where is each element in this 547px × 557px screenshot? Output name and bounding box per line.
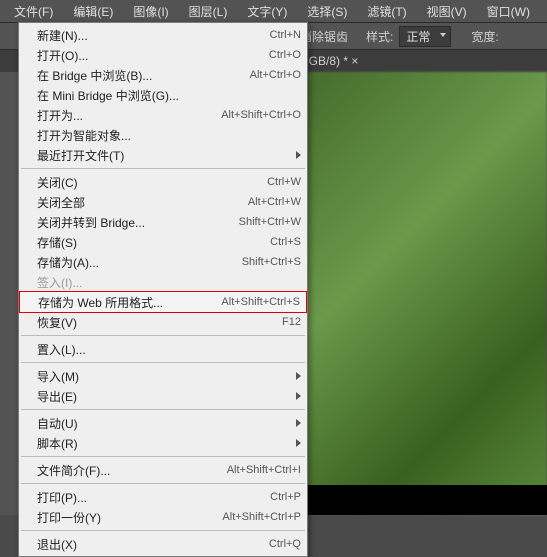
menu-item[interactable]: 关闭并转到 Bridge...Shift+Ctrl+W — [19, 212, 307, 232]
menu-item-label: 签入(I)... — [37, 274, 301, 291]
menu-item[interactable]: 打开(O)...Ctrl+O — [19, 45, 307, 65]
menu-item-label: 关闭全部 — [37, 194, 248, 211]
menu-item[interactable]: 置入(L)... — [19, 339, 307, 359]
menu-item[interactable]: 打开为智能对象... — [19, 125, 307, 145]
menu-item-label: 关闭(C) — [37, 174, 267, 191]
menubar-layer[interactable]: 图层(L) — [179, 0, 238, 23]
menubar-file[interactable]: 文件(F) — [4, 0, 63, 23]
menu-item[interactable]: 打印(P)...Ctrl+P — [19, 487, 307, 507]
menu-item[interactable]: 存储为 Web 所用格式...Alt+Shift+Ctrl+S — [19, 291, 307, 313]
menu-item-label: 关闭并转到 Bridge... — [37, 214, 239, 231]
menu-item-label: 自动(U) — [37, 415, 301, 432]
menu-item-label: 存储为 Web 所用格式... — [38, 294, 221, 311]
menu-item-label: 在 Mini Bridge 中浏览(G)... — [37, 87, 301, 104]
file-menu: 新建(N)...Ctrl+N打开(O)...Ctrl+O在 Bridge 中浏览… — [18, 22, 308, 557]
menu-item-shortcut: Alt+Shift+Ctrl+P — [222, 511, 301, 523]
menu-item[interactable]: 脚本(R) — [19, 433, 307, 453]
menu-item-label: 最近打开文件(T) — [37, 147, 301, 164]
menubar: 文件(F) 编辑(E) 图像(I) 图层(L) 文字(Y) 选择(S) 滤镜(T… — [0, 0, 547, 22]
menu-separator — [21, 409, 305, 410]
menu-item-shortcut: Ctrl+Q — [269, 538, 301, 550]
menu-item[interactable]: 最近打开文件(T) — [19, 145, 307, 165]
style-dropdown[interactable]: 正常 — [399, 26, 451, 47]
menubar-type[interactable]: 文字(Y) — [237, 0, 297, 23]
menu-item-label: 脚本(R) — [37, 435, 301, 452]
menu-item[interactable]: 退出(X)Ctrl+Q — [19, 534, 307, 554]
menu-item-shortcut: Ctrl+P — [270, 491, 301, 503]
menu-item[interactable]: 关闭(C)Ctrl+W — [19, 172, 307, 192]
menu-item[interactable]: 打开为...Alt+Shift+Ctrl+O — [19, 105, 307, 125]
menu-separator — [21, 362, 305, 363]
menu-item-label: 打印(P)... — [37, 489, 270, 506]
menubar-edit[interactable]: 编辑(E) — [63, 0, 123, 23]
menu-item-label: 打开(O)... — [37, 47, 269, 64]
menu-item-shortcut: Alt+Ctrl+O — [250, 69, 301, 81]
menu-item-shortcut: Alt+Shift+Ctrl+O — [221, 109, 301, 121]
menu-item-label: 存储为(A)... — [37, 254, 242, 271]
menu-item-label: 恢复(V) — [37, 314, 282, 331]
menu-item-shortcut: F12 — [282, 316, 301, 328]
menu-item-label: 文件简介(F)... — [37, 462, 227, 479]
menu-item-label: 在 Bridge 中浏览(B)... — [37, 67, 250, 84]
menu-separator — [21, 168, 305, 169]
menu-item-shortcut: Alt+Shift+Ctrl+I — [227, 464, 301, 476]
menu-item[interactable]: 导入(M) — [19, 366, 307, 386]
menu-item-shortcut: Alt+Shift+Ctrl+S — [221, 296, 300, 308]
menu-item-shortcut: Ctrl+W — [267, 176, 301, 188]
menu-item[interactable]: 关闭全部Alt+Ctrl+W — [19, 192, 307, 212]
menu-item-label: 新建(N)... — [37, 27, 270, 44]
menu-item[interactable]: 在 Bridge 中浏览(B)...Alt+Ctrl+O — [19, 65, 307, 85]
style-label: 样式: — [366, 28, 393, 45]
menubar-filter[interactable]: 滤镜(T) — [357, 0, 416, 23]
menu-separator — [21, 530, 305, 531]
menu-item-shortcut: Shift+Ctrl+S — [242, 256, 301, 268]
width-label: 宽度: — [471, 28, 498, 45]
menu-item: 签入(I)... — [19, 272, 307, 292]
menu-item[interactable]: 文件简介(F)...Alt+Shift+Ctrl+I — [19, 460, 307, 480]
menubar-window[interactable]: 窗口(W) — [477, 0, 540, 23]
menu-item[interactable]: 恢复(V)F12 — [19, 312, 307, 332]
menu-item[interactable]: 新建(N)...Ctrl+N — [19, 25, 307, 45]
menu-item-label: 打印一份(Y) — [37, 509, 222, 526]
menubar-view[interactable]: 视图(V) — [417, 0, 477, 23]
menu-item-label: 打开为... — [37, 107, 221, 124]
menu-item-label: 导出(E) — [37, 388, 301, 405]
menu-separator — [21, 483, 305, 484]
menu-item-label: 导入(M) — [37, 368, 301, 385]
menu-item[interactable]: 自动(U) — [19, 413, 307, 433]
menu-item-shortcut: Shift+Ctrl+W — [239, 216, 301, 228]
menu-item-shortcut: Ctrl+O — [269, 49, 301, 61]
menu-item[interactable]: 打印一份(Y)Alt+Shift+Ctrl+P — [19, 507, 307, 527]
menu-separator — [21, 335, 305, 336]
menubar-image[interactable]: 图像(I) — [123, 0, 178, 23]
menu-item-shortcut: Alt+Ctrl+W — [248, 196, 301, 208]
menu-item[interactable]: 导出(E) — [19, 386, 307, 406]
menu-item-label: 存储(S) — [37, 234, 270, 251]
menu-item-label: 置入(L)... — [37, 341, 301, 358]
document-tab[interactable]: RGB/8) * × — [300, 54, 358, 68]
menubar-select[interactable]: 选择(S) — [297, 0, 357, 23]
menu-item-label: 打开为智能对象... — [37, 127, 301, 144]
menu-item[interactable]: 存储为(A)...Shift+Ctrl+S — [19, 252, 307, 272]
menu-separator — [21, 456, 305, 457]
menu-item-shortcut: Ctrl+N — [270, 29, 301, 41]
menu-item-shortcut: Ctrl+S — [270, 236, 301, 248]
menu-item[interactable]: 存储(S)Ctrl+S — [19, 232, 307, 252]
menu-item[interactable]: 在 Mini Bridge 中浏览(G)... — [19, 85, 307, 105]
menu-item-label: 退出(X) — [37, 536, 269, 553]
